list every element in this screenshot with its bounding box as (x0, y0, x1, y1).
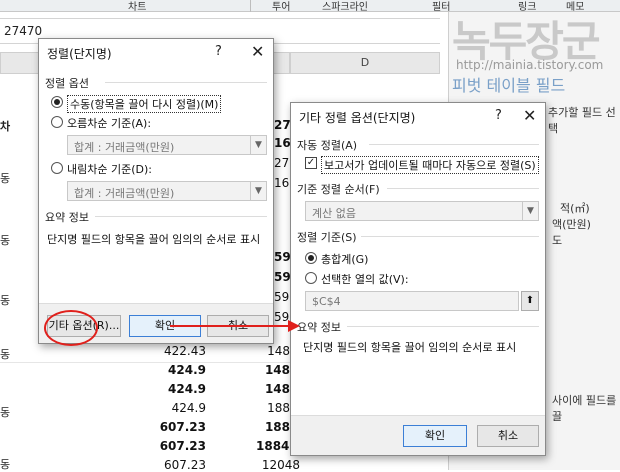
radio-grand-total[interactable] (305, 252, 317, 264)
close-icon[interactable]: ✕ (251, 42, 264, 61)
help-icon[interactable]: ? (495, 108, 502, 123)
dialog-title: 기타 정렬 옵션(단지명) (299, 111, 416, 125)
section-divider (387, 188, 539, 189)
cell-c[interactable]: 59 (274, 250, 291, 264)
auto-sort-label[interactable]: 보고서가 업데이트될 때마다 자동으로 정렬(S) (321, 156, 539, 174)
cell-c[interactable]: 16 (274, 136, 291, 150)
cell-d[interactable]: 148 (256, 382, 290, 396)
cell-d[interactable]: 188 (256, 420, 290, 434)
cell-c[interactable]: 59 (274, 290, 289, 304)
row-label: 동 (0, 406, 11, 419)
formula-value: 27470 (4, 24, 43, 38)
label-selected-column[interactable]: 선택한 열의 값(V): (321, 271, 409, 287)
cell-d[interactable]: 148 (256, 363, 290, 377)
cell-c[interactable]: 27 (274, 156, 289, 170)
row-label: 동 (0, 294, 11, 307)
close-icon[interactable]: ✕ (523, 106, 536, 125)
radio-ascending[interactable] (51, 116, 63, 128)
watermark-url: http://mainia.tistory.com (456, 58, 604, 72)
ascending-field-select[interactable]: 합계 : 거래금액(만원) ▼ (67, 135, 267, 155)
cancel-button[interactable]: 취소 (477, 425, 539, 447)
arrow-annotation (170, 320, 300, 332)
ribbon-tour[interactable]: 투어 (272, 0, 290, 13)
ascending-field-value: 합계 : 거래금액(만원) (74, 141, 175, 154)
label-ascending[interactable]: 오름차순 기준(A): (67, 115, 151, 131)
more-sort-options-dialog: 기타 정렬 옵션(단지명) ? ✕ 자동 정렬(A) ✓ 보고서가 업데이트될 … (290, 102, 546, 456)
label-descending[interactable]: 내림차순 기준(D): (67, 161, 152, 177)
ok-button[interactable]: 확인 (403, 425, 467, 447)
cell-c[interactable]: 424.9 (128, 401, 206, 415)
ribbon-separator (250, 0, 251, 12)
row-label: 동 (0, 348, 11, 361)
auto-sort-checkbox[interactable]: ✓ (305, 157, 317, 169)
chevron-down-icon: ▼ (522, 202, 538, 220)
ribbon-chart[interactable]: 차트 (128, 0, 146, 13)
cell-c[interactable]: 607.23 (128, 439, 206, 453)
cell-d[interactable]: 188 (256, 401, 290, 415)
ribbon-sparkline[interactable]: 스파크라인 (322, 0, 368, 13)
sort-order-select[interactable]: 계산 없음 ▼ (305, 201, 539, 221)
summary-text: 단지명 필드의 항목을 끌어 임의의 순서로 표시 (303, 341, 517, 354)
section-sort-basis: 정렬 기준(S) (297, 231, 357, 244)
radio-descending[interactable] (51, 162, 63, 174)
pivot-panel-drag-hint: 사이에 필드를 끌 (552, 394, 617, 423)
section-divider (369, 144, 539, 145)
section-divider (105, 82, 267, 83)
sort-order-value: 계산 없음 (312, 207, 356, 220)
selected-column-value: $C$4 (312, 295, 341, 308)
radio-selected-column[interactable] (305, 272, 317, 284)
pivot-panel-hint: 추가할 필드 선택 (548, 106, 616, 135)
selected-column-field[interactable]: $C$4 (305, 291, 519, 311)
pivot-field-area[interactable]: 적(㎡) (560, 200, 590, 216)
cell-c[interactable]: 424.9 (128, 363, 206, 377)
section-sort-order: 기준 정렬 순서(F) (297, 183, 380, 196)
summary-text: 단지명 필드의 항목을 끌어 임의의 순서로 표시 (47, 233, 261, 246)
collapse-range-icon[interactable]: ⬆ (521, 291, 539, 311)
highlight-ellipse (44, 310, 98, 346)
cell-c[interactable]: 27 (274, 118, 291, 132)
section-divider (95, 216, 267, 217)
radio-manual[interactable] (51, 96, 63, 108)
sort-dialog: 정렬(단지명) ? ✕ 정렬 옵션 수동(항목을 끌어 다시 정렬)(M) 오름… (38, 38, 274, 344)
chevron-down-icon: ▼ (250, 136, 266, 154)
cell-d[interactable]: 188400 (256, 439, 306, 453)
cell-c[interactable]: 59 (274, 270, 291, 284)
dialog-title: 정렬(단지명) (47, 47, 112, 61)
label-grand-total[interactable]: 총합계(G) (321, 251, 368, 267)
cell-c[interactable]: 607.23 (128, 420, 206, 434)
pivot-field-price[interactable]: 액(만원) (552, 216, 591, 232)
section-auto-sort: 자동 정렬(A) (297, 139, 358, 152)
section-divider (347, 326, 539, 327)
cell-c[interactable]: 424.9 (128, 382, 206, 396)
row-label: 동 (0, 172, 11, 185)
pivot-panel-title: 피벗 테이블 필드 (452, 76, 566, 95)
row-label: 차 (0, 120, 11, 133)
descending-field-select[interactable]: 합계 : 거래금액(만원) ▼ (67, 181, 267, 201)
section-summary: 요약 정보 (45, 211, 89, 224)
cell-d[interactable]: 148 (256, 344, 290, 358)
descending-field-value: 합계 : 거래금액(만원) (74, 187, 175, 200)
cell-c[interactable]: 422.43 (128, 344, 206, 358)
row-label: 동 (0, 234, 11, 247)
section-summary: 요약 정보 (297, 321, 341, 334)
chevron-down-icon: ▼ (250, 182, 266, 200)
section-divider (361, 236, 539, 237)
pivot-field-year[interactable]: 도 (552, 232, 562, 248)
cell-c[interactable]: 16 (274, 176, 289, 190)
section-sort-options: 정렬 옵션 (45, 77, 89, 90)
label-manual[interactable]: 수동(항목을 끌어 다시 정렬)(M) (67, 95, 222, 113)
help-icon[interactable]: ? (215, 44, 222, 59)
column-header-d[interactable]: D (290, 52, 440, 74)
